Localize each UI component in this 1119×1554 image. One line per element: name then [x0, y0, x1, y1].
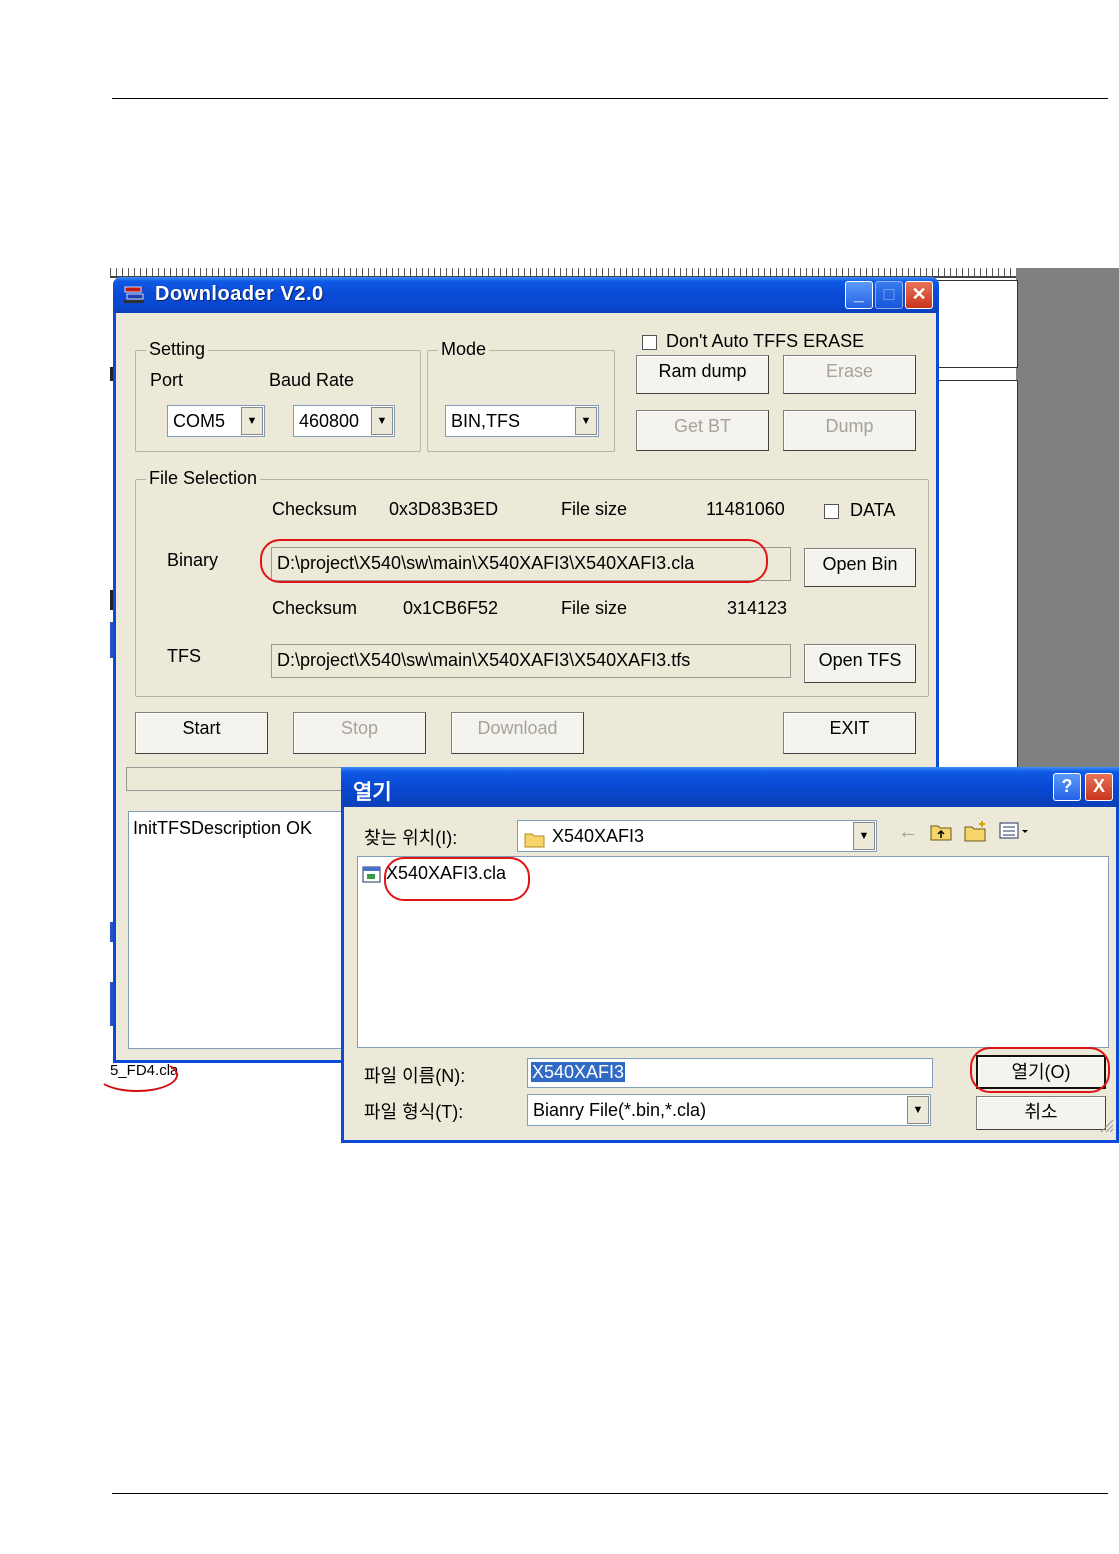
tfs-file-size-value: 314123 [727, 598, 788, 618]
chevron-down-icon[interactable]: ▼ [575, 407, 597, 435]
file-name-input[interactable]: X540XAFI3 [527, 1058, 933, 1088]
downloader-title: Downloader V2.0 [155, 283, 324, 305]
cancel-button[interactable]: 취소 [976, 1096, 1106, 1130]
file-type-label: 파일 형식(T): [364, 1102, 464, 1122]
tfs-checksum-value: 0x1CB6F52 [403, 598, 499, 618]
look-in-value: X540XAFI3 [552, 826, 645, 846]
data-checkbox-label: DATA [850, 500, 896, 520]
port-select[interactable]: COM5 ▼ [167, 405, 265, 437]
tfs-checksum-label: Checksum [272, 598, 358, 618]
back-arrow-icon[interactable]: ← [898, 821, 918, 844]
background-highlight-ring [96, 1058, 178, 1092]
dialog-close-button[interactable]: X [1085, 773, 1113, 801]
get-bt-button[interactable]: Get BT [636, 410, 769, 451]
setting-group-label: Setting [146, 339, 209, 360]
tfs-file-size-label: File size [561, 598, 628, 618]
start-button[interactable]: Start [135, 712, 268, 754]
open-bin-button[interactable]: Open Bin [804, 548, 916, 587]
binary-file-size-label: File size [561, 499, 628, 519]
resize-grip-icon[interactable] [1098, 1117, 1114, 1138]
dump-button[interactable]: Dump [783, 410, 916, 451]
binary-path-highlight [260, 539, 768, 583]
dont-auto-tffs-erase-checkbox[interactable] [642, 335, 657, 350]
cla-file-icon [362, 866, 382, 889]
bottom-rule [112, 1493, 1108, 1494]
mode-select-value: BIN,TFS [451, 411, 521, 431]
top-rule [112, 98, 1108, 99]
open-dialog-titlebar[interactable]: 열기 ? X [341, 767, 1119, 807]
binary-checksum-value: 0x3D83B3ED [389, 499, 499, 519]
file-highlight [384, 857, 530, 901]
page-box-1 [936, 280, 1018, 368]
minimize-button[interactable]: _ [845, 281, 873, 309]
open-dialog-title: 열기 [353, 781, 392, 804]
view-menu-icon[interactable] [999, 822, 1029, 845]
binary-file-size-value: 11481060 [706, 499, 785, 519]
up-folder-icon[interactable] [930, 822, 952, 847]
open-tfs-button[interactable]: Open TFS [804, 644, 916, 683]
port-label: Port [150, 370, 184, 390]
stop-button[interactable]: Stop [293, 712, 426, 754]
tfs-label: TFS [167, 646, 201, 666]
file-type-select[interactable]: Bianry File(*.bin,*.cla) ▼ [527, 1094, 931, 1126]
baud-rate-select-value: 460800 [299, 411, 360, 431]
chevron-down-icon[interactable]: ▼ [371, 407, 393, 435]
data-checkbox[interactable] [824, 504, 839, 519]
open-button-highlight [970, 1047, 1110, 1093]
folder-icon [524, 827, 546, 857]
chevron-down-icon[interactable]: ▼ [241, 407, 263, 435]
mode-select[interactable]: BIN,TFS ▼ [445, 405, 599, 437]
binary-label: Binary [167, 550, 219, 570]
tfs-path-field[interactable]: D:\project\X540\sw\main\X540XAFI3\X540XA… [271, 644, 791, 678]
exit-button[interactable]: EXIT [783, 712, 916, 754]
help-button[interactable]: ? [1053, 773, 1081, 801]
erase-button[interactable]: Erase [783, 355, 916, 394]
mode-group-label: Mode [438, 339, 490, 360]
file-type-value: Bianry File(*.bin,*.cla) [533, 1100, 707, 1120]
file-selection-group-label: File Selection [146, 468, 261, 489]
binary-checksum-label: Checksum [272, 499, 358, 519]
chevron-down-icon[interactable]: ▼ [907, 1096, 929, 1124]
ram-dump-button[interactable]: Ram dump [636, 355, 769, 394]
file-name-value: X540XAFI3 [531, 1062, 626, 1082]
log-text: InitTFSDescription OK [133, 818, 313, 838]
look-in-label: 찾는 위치(I): [364, 828, 458, 848]
download-button[interactable]: Download [451, 712, 584, 754]
file-name-label: 파일 이름(N): [364, 1066, 466, 1086]
new-folder-icon[interactable] [964, 820, 988, 847]
open-dialog: 열기 ? X 찾는 위치(I): X540XAFI3 ▼ ← X540XAFI3… [341, 767, 1119, 1143]
maximize-button[interactable]: □ [875, 281, 903, 309]
baud-rate-label: Baud Rate [269, 370, 355, 390]
baud-rate-select[interactable]: 460800 ▼ [293, 405, 395, 437]
dont-auto-tffs-erase-label: Don't Auto TFFS ERASE [666, 331, 865, 351]
downloader-titlebar[interactable]: Downloader V2.0 _ □ ✕ [113, 277, 939, 313]
look-in-select[interactable]: X540XAFI3 ▼ [517, 820, 877, 852]
file-list[interactable]: X540XAFI3.cla [357, 856, 1109, 1048]
page-box-2 [936, 380, 1018, 780]
downloader-app-icon [123, 285, 145, 310]
port-select-value: COM5 [173, 411, 226, 431]
chevron-down-icon[interactable]: ▼ [853, 822, 875, 850]
close-button[interactable]: ✕ [905, 281, 933, 309]
